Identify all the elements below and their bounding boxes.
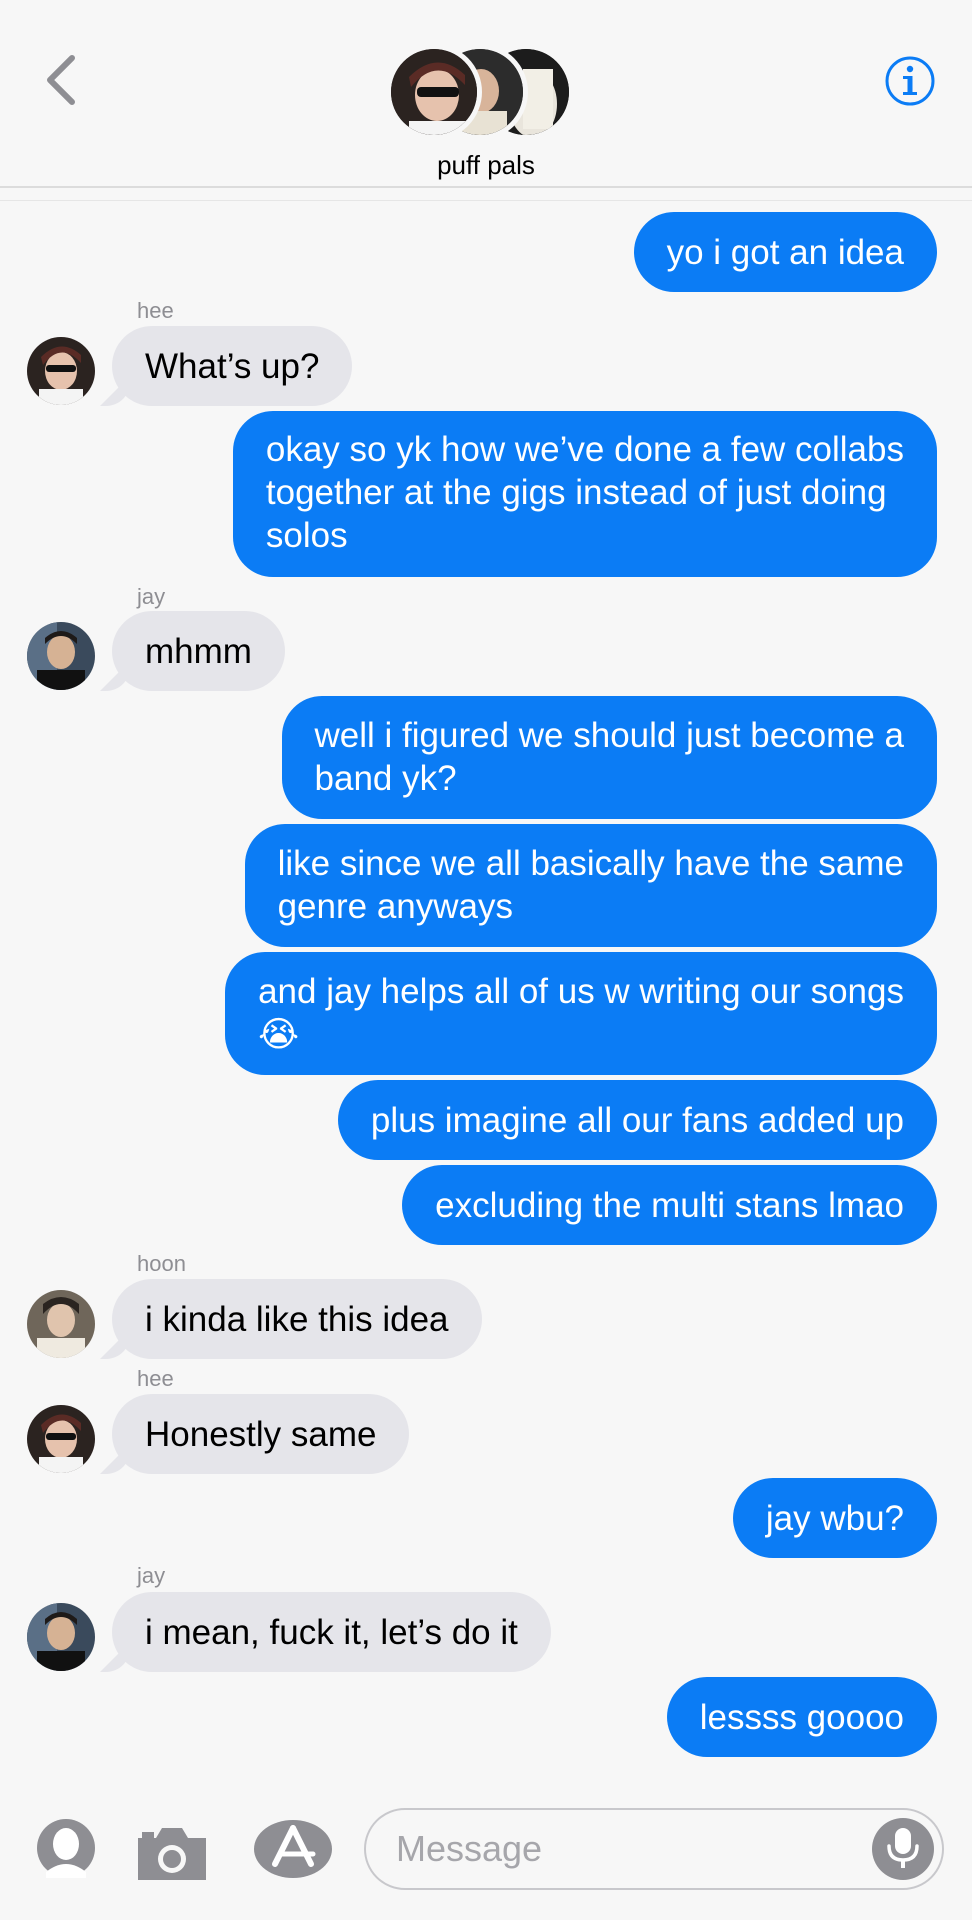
message-field[interactable] (364, 1808, 944, 1890)
group-avatar-stack[interactable] (386, 44, 576, 144)
incoming-message[interactable]: i mean, fuck it, let’s do it (112, 1592, 551, 1672)
outgoing-message[interactable]: lessss goooo (666, 1677, 937, 1757)
message-text: plus imagine all our fans added up (370, 1100, 904, 1140)
sender-name: hee (137, 1366, 174, 1391)
avatar (386, 44, 482, 140)
incoming-message[interactable]: Honestly same (112, 1394, 410, 1474)
back-button[interactable] (40, 52, 80, 108)
microphone-icon (887, 1828, 919, 1868)
avatar[interactable] (27, 1405, 95, 1473)
header-divider (0, 200, 972, 201)
group-name[interactable]: puff pals (0, 150, 972, 181)
conversation-header: puff pals (0, 0, 972, 201)
message-text: excluding the multi stans lmao (435, 1185, 904, 1225)
outgoing-message[interactable]: okay so yk how we’ve done a few collabs … (232, 411, 937, 577)
incoming-message[interactable]: i kinda like this idea (112, 1279, 482, 1359)
avatar[interactable] (27, 622, 95, 690)
message-text: lessss goooo (699, 1697, 904, 1737)
chevron-left-icon (47, 55, 75, 105)
outgoing-message[interactable]: like since we all basically have the sam… (244, 824, 937, 947)
memoji-button[interactable] (36, 1818, 96, 1883)
message-text: mhmm (145, 631, 252, 671)
outgoing-message[interactable]: well i figured we should just become a b… (281, 696, 937, 819)
message-input[interactable] (396, 1810, 836, 1888)
camera-icon (138, 1828, 206, 1880)
incoming-message[interactable]: mhmm (112, 611, 285, 691)
header-divider (0, 186, 972, 188)
message-text-line: genre anyways (277, 887, 513, 926)
outgoing-message[interactable]: yo i got an idea (633, 212, 937, 292)
info-button[interactable] (884, 55, 936, 107)
message-text: yo i got an idea (666, 232, 904, 272)
message-text-line: and jay helps all of us w writing our so… (258, 972, 904, 1011)
avatar[interactable] (27, 1290, 95, 1358)
message-text: What’s up? (145, 346, 320, 386)
app-store-button[interactable] (253, 1818, 333, 1885)
outgoing-message[interactable]: excluding the multi stans lmao (402, 1165, 937, 1245)
incoming-message[interactable]: What’s up? (112, 326, 353, 406)
message-text-line: okay so yk how we’ve done a few collabs (265, 430, 904, 469)
message-text-line: like since we all basically have the sam… (277, 844, 904, 883)
outgoing-message[interactable]: and jay helps all of us w writing our so… (225, 952, 937, 1075)
camera-button[interactable] (134, 1824, 210, 1887)
message-text-line: 😭 (258, 1015, 299, 1054)
app-store-icon (254, 1820, 332, 1878)
sender-name: hee (137, 298, 174, 323)
message-text: jay wbu? (765, 1498, 904, 1538)
microphone-button[interactable] (872, 1818, 934, 1880)
message-text-line: band yk? (314, 759, 457, 798)
message-text: Honestly same (145, 1414, 377, 1454)
compose-bar (0, 1790, 972, 1920)
memoji-icon (37, 1819, 95, 1878)
sender-name: hoon (137, 1251, 186, 1276)
message-text-line: solos (265, 516, 348, 555)
avatar[interactable] (27, 337, 95, 405)
info-icon (885, 56, 935, 106)
sender-name: jay (137, 1563, 166, 1588)
avatar[interactable] (27, 1603, 95, 1671)
outgoing-message[interactable]: plus imagine all our fans added up (337, 1080, 937, 1160)
message-text: i kinda like this idea (145, 1299, 449, 1339)
message-text: i mean, fuck it, let’s do it (145, 1612, 518, 1652)
outgoing-message[interactable]: jay wbu? (732, 1478, 937, 1558)
sender-name: jay (137, 584, 166, 609)
message-text-line: well i figured we should just become a (314, 716, 904, 755)
message-text-line: together at the gigs instead of just doi… (265, 473, 887, 512)
